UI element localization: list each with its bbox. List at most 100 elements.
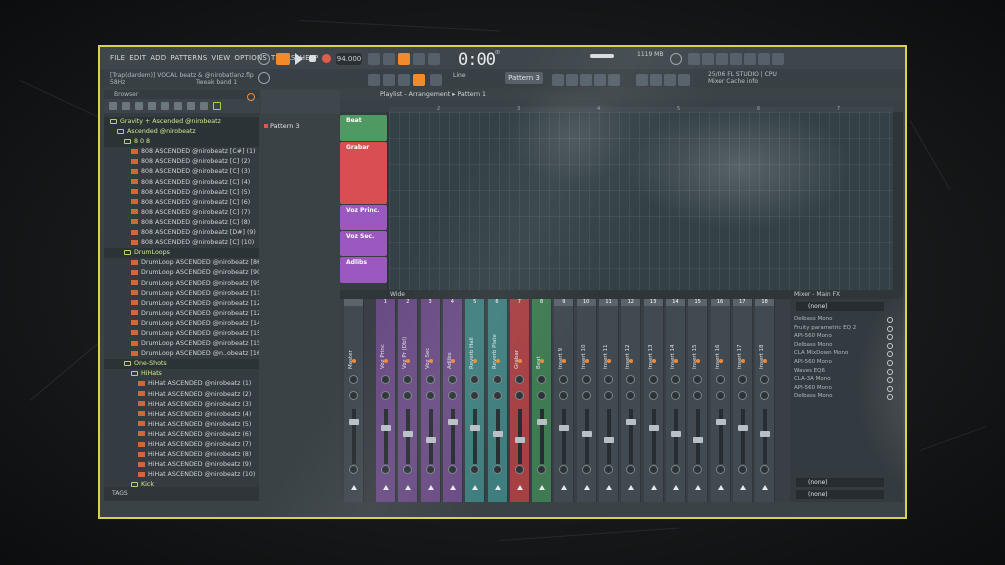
piano-roll-icon[interactable] — [368, 74, 380, 86]
fx-enable-toggle[interactable] — [887, 360, 893, 366]
search-icon[interactable] — [200, 102, 208, 110]
track-voz-sec-[interactable]: Voz Sec. — [340, 231, 387, 256]
mixer-strip[interactable]: 11 Insert 11 — [599, 299, 619, 502]
stereo-knob[interactable] — [581, 391, 591, 400]
mixer-strip[interactable]: 13 Insert 13 — [643, 299, 664, 502]
send-knob[interactable] — [447, 465, 457, 474]
browser-file[interactable]: 808 ASCENDED @nirobeatz [C] (2) — [104, 157, 259, 167]
fx-slot[interactable]: API-560 Mono — [794, 385, 832, 391]
mixer-strip[interactable]: 16 Insert 16 — [710, 299, 731, 502]
stereo-knob[interactable] — [670, 391, 680, 400]
plugin-database-icon[interactable] — [148, 102, 156, 110]
volume-fader[interactable] — [450, 409, 455, 464]
strip-active-led[interactable] — [651, 359, 656, 363]
browser-file[interactable]: DrumLoop ASCENDED @nirobeatz [86bpm] (4) — [104, 258, 259, 268]
fader-cap[interactable] — [715, 419, 726, 425]
browser-file[interactable]: DrumLoop ASCENDED @nirobeatz [90bpm] (6) — [104, 268, 259, 278]
fader-cap[interactable] — [447, 419, 458, 425]
strip-active-led[interactable] — [763, 359, 768, 363]
browser-folder[interactable]: Gravity + Ascended @nirobeatz — [104, 117, 259, 128]
strip-active-led[interactable] — [696, 359, 701, 363]
route-arrow-icon[interactable] — [650, 485, 657, 490]
pat-song-toggle-icon[interactable] — [258, 53, 270, 65]
fader-cap[interactable] — [693, 437, 704, 443]
browser-file[interactable]: DrumLoop ASCENDED @nirobeatz [140bpm] (1… — [104, 319, 259, 329]
browser-folder[interactable]: HiHats — [104, 369, 259, 379]
send-knob[interactable] — [425, 465, 435, 474]
browser-file[interactable]: DrumLoop ASCENDED @nirobeatz [95bpm] (5) — [104, 279, 259, 289]
browser-file[interactable]: HiHat ASCENDED @nirobeatz (8) — [104, 450, 259, 460]
star-icon[interactable] — [174, 102, 182, 110]
files-icon[interactable] — [122, 102, 130, 110]
fader-cap[interactable] — [349, 419, 359, 425]
mixer-strip[interactable]: 7 Grabar — [509, 299, 530, 502]
fx-enable-toggle[interactable] — [887, 368, 893, 375]
send-knob[interactable] — [604, 465, 613, 474]
strip-active-led[interactable] — [517, 359, 522, 363]
browser-icon[interactable] — [594, 74, 606, 86]
fx-slot[interactable]: Delbass Mono — [794, 342, 832, 348]
stereo-knob[interactable] — [715, 391, 725, 400]
browser-file[interactable]: HiHat ASCENDED @nirobeatz (7) — [104, 440, 259, 450]
browser-file[interactable]: 808 ASCENDED @nirobeatz [C] (10) — [104, 238, 259, 248]
stereo-knob[interactable] — [425, 391, 435, 400]
browser-file[interactable]: HiHat ASCENDED @nirobeatz (10) — [104, 470, 259, 480]
strip-active-led[interactable] — [352, 359, 356, 363]
mixer-strip[interactable]: 14 Insert 14 — [665, 299, 686, 502]
strip-active-led[interactable] — [562, 359, 567, 363]
fx-slot[interactable]: API-560 Mono — [794, 333, 832, 339]
plugin-icon[interactable] — [608, 74, 620, 86]
send-knob[interactable] — [349, 465, 358, 474]
fx-enable-toggle[interactable] — [887, 351, 893, 358]
mixer-strip[interactable]: 4 Adlibs — [442, 299, 463, 502]
browser-file[interactable]: DrumLoop ASCENDED @nirobeatz [154bpm] (8… — [104, 329, 259, 339]
cloud-icon[interactable] — [161, 102, 169, 110]
strip-active-led[interactable] — [673, 359, 678, 363]
pattern-item[interactable]: Pattern 3 — [264, 122, 300, 130]
fader-cap[interactable] — [760, 431, 771, 437]
upload-icon[interactable] — [772, 53, 784, 65]
route-arrow-icon[interactable] — [516, 485, 523, 490]
draw-tool-icon[interactable] — [398, 74, 410, 86]
browser-file[interactable]: HiHat ASCENDED @nirobeatz (2) — [104, 390, 259, 400]
folder-icon[interactable] — [213, 102, 221, 110]
pan-knob[interactable] — [715, 375, 725, 384]
pattern-selector[interactable]: Pattern 3 — [505, 72, 543, 84]
browser-file[interactable]: HiHat ASCENDED @nirobeatz (6) — [104, 430, 259, 440]
menu-view[interactable]: VIEW — [211, 54, 230, 62]
fader-cap[interactable] — [626, 419, 637, 425]
browser-file[interactable]: DrumLoop ASCENDED @nirobeatz [125bpm] (2… — [104, 299, 259, 309]
fader-cap[interactable] — [492, 431, 503, 437]
pan-knob[interactable] — [559, 375, 569, 384]
route-arrow-icon[interactable] — [672, 485, 679, 490]
menu-file[interactable]: FILE — [110, 54, 125, 62]
strip-active-led[interactable] — [384, 359, 388, 363]
fader-cap[interactable] — [670, 431, 681, 437]
route-arrow-icon[interactable] — [739, 485, 746, 490]
mic-icon[interactable] — [702, 53, 714, 65]
track-beat[interactable]: Beat — [340, 115, 387, 141]
mixer-icon[interactable] — [580, 74, 592, 86]
channel-rack-icon[interactable] — [566, 74, 578, 86]
mixer-strip[interactable]: 15 Insert 15 — [688, 299, 709, 502]
countdown-icon[interactable] — [398, 53, 410, 65]
fader-cap[interactable] — [737, 425, 748, 431]
menu-add[interactable]: ADD — [150, 54, 166, 62]
pan-knob[interactable] — [470, 375, 480, 384]
strip-active-led[interactable] — [584, 359, 589, 363]
browser-file[interactable]: 808 ASCENDED @nirobeatz [C] (4) — [104, 178, 259, 188]
mixer-strip[interactable]: 1 Voz Princ — [376, 299, 396, 502]
mixer-strip[interactable]: 3 Voz Sec — [420, 299, 441, 502]
browser-file[interactable]: 808 ASCENDED @nirobeatz [C] (7) — [104, 208, 259, 218]
fx-slot[interactable]: API-560 Mono — [794, 359, 832, 365]
pan-knob[interactable] — [492, 375, 502, 384]
fader-cap[interactable] — [537, 419, 548, 425]
fx-enable-toggle[interactable] — [887, 394, 893, 401]
volume-fader[interactable] — [352, 409, 356, 464]
pan-knob[interactable] — [447, 375, 457, 384]
pan-knob[interactable] — [737, 375, 747, 384]
stereo-knob[interactable] — [403, 391, 413, 400]
volume-fader[interactable] — [718, 409, 723, 464]
stereo-knob[interactable] — [604, 391, 613, 400]
fx-enable-toggle[interactable] — [887, 385, 893, 392]
